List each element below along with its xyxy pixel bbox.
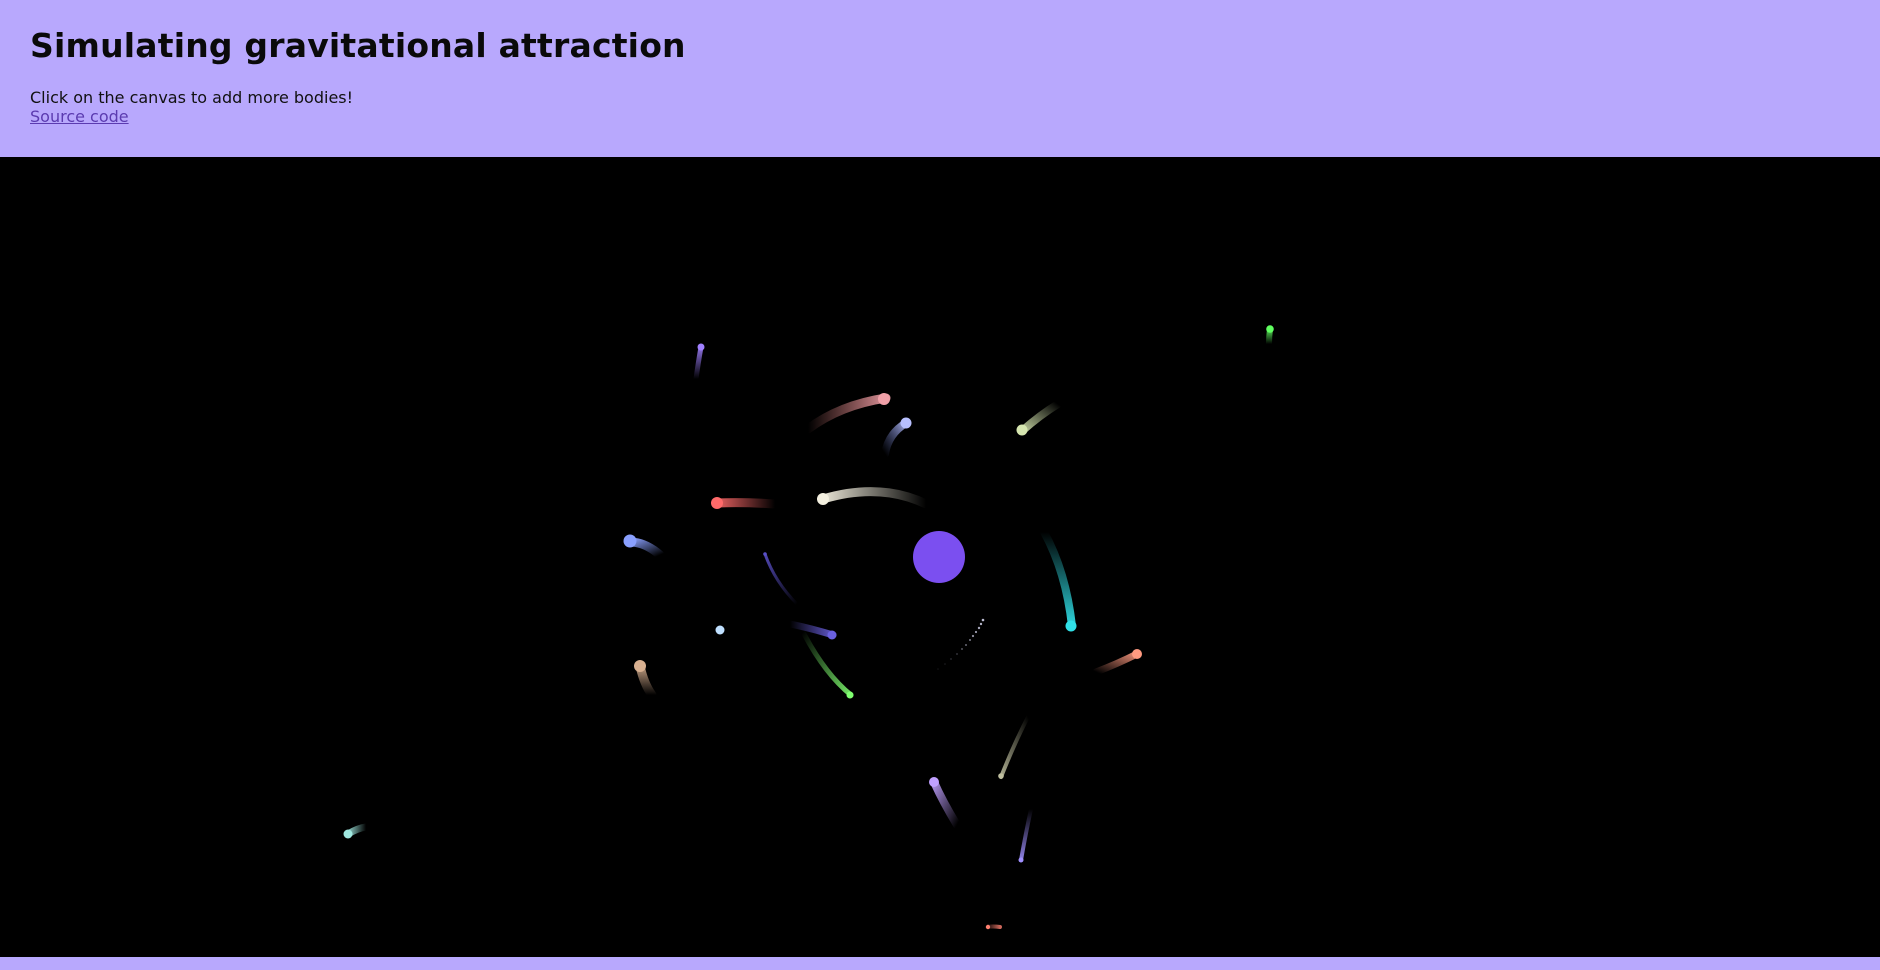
body-trail — [1018, 807, 1033, 863]
body-trail — [1266, 325, 1274, 347]
instruction-text: Click on the canvas to add more bodies! — [30, 88, 354, 107]
body-trail — [763, 552, 799, 606]
body-trail — [1092, 649, 1142, 676]
body-trail — [786, 620, 837, 640]
body-trail — [929, 777, 961, 829]
body-trail — [1040, 528, 1077, 632]
body-dotted-trail — [937, 618, 985, 670]
body-trail — [693, 343, 705, 382]
body-trail — [800, 629, 854, 699]
page-header: Simulating gravitational attraction Clic… — [0, 0, 1880, 157]
body-trail — [634, 660, 657, 700]
footer-strip — [0, 957, 1880, 970]
central-body — [913, 531, 965, 583]
body-trail — [817, 487, 931, 509]
body-trail — [711, 497, 780, 509]
body-trail — [343, 823, 370, 839]
body-trail — [623, 534, 665, 560]
simulation-canvas[interactable] — [0, 157, 1880, 957]
source-code-link[interactable]: Source code — [30, 107, 129, 126]
body-trail — [1016, 400, 1062, 436]
body-trail — [803, 393, 891, 434]
body-trail — [881, 417, 912, 458]
page-title: Simulating gravitational attraction — [30, 26, 686, 65]
body-trail — [998, 715, 1030, 779]
body-trail — [984, 924, 1002, 930]
body-dot — [715, 625, 725, 635]
simulation-svg[interactable] — [0, 157, 1880, 957]
